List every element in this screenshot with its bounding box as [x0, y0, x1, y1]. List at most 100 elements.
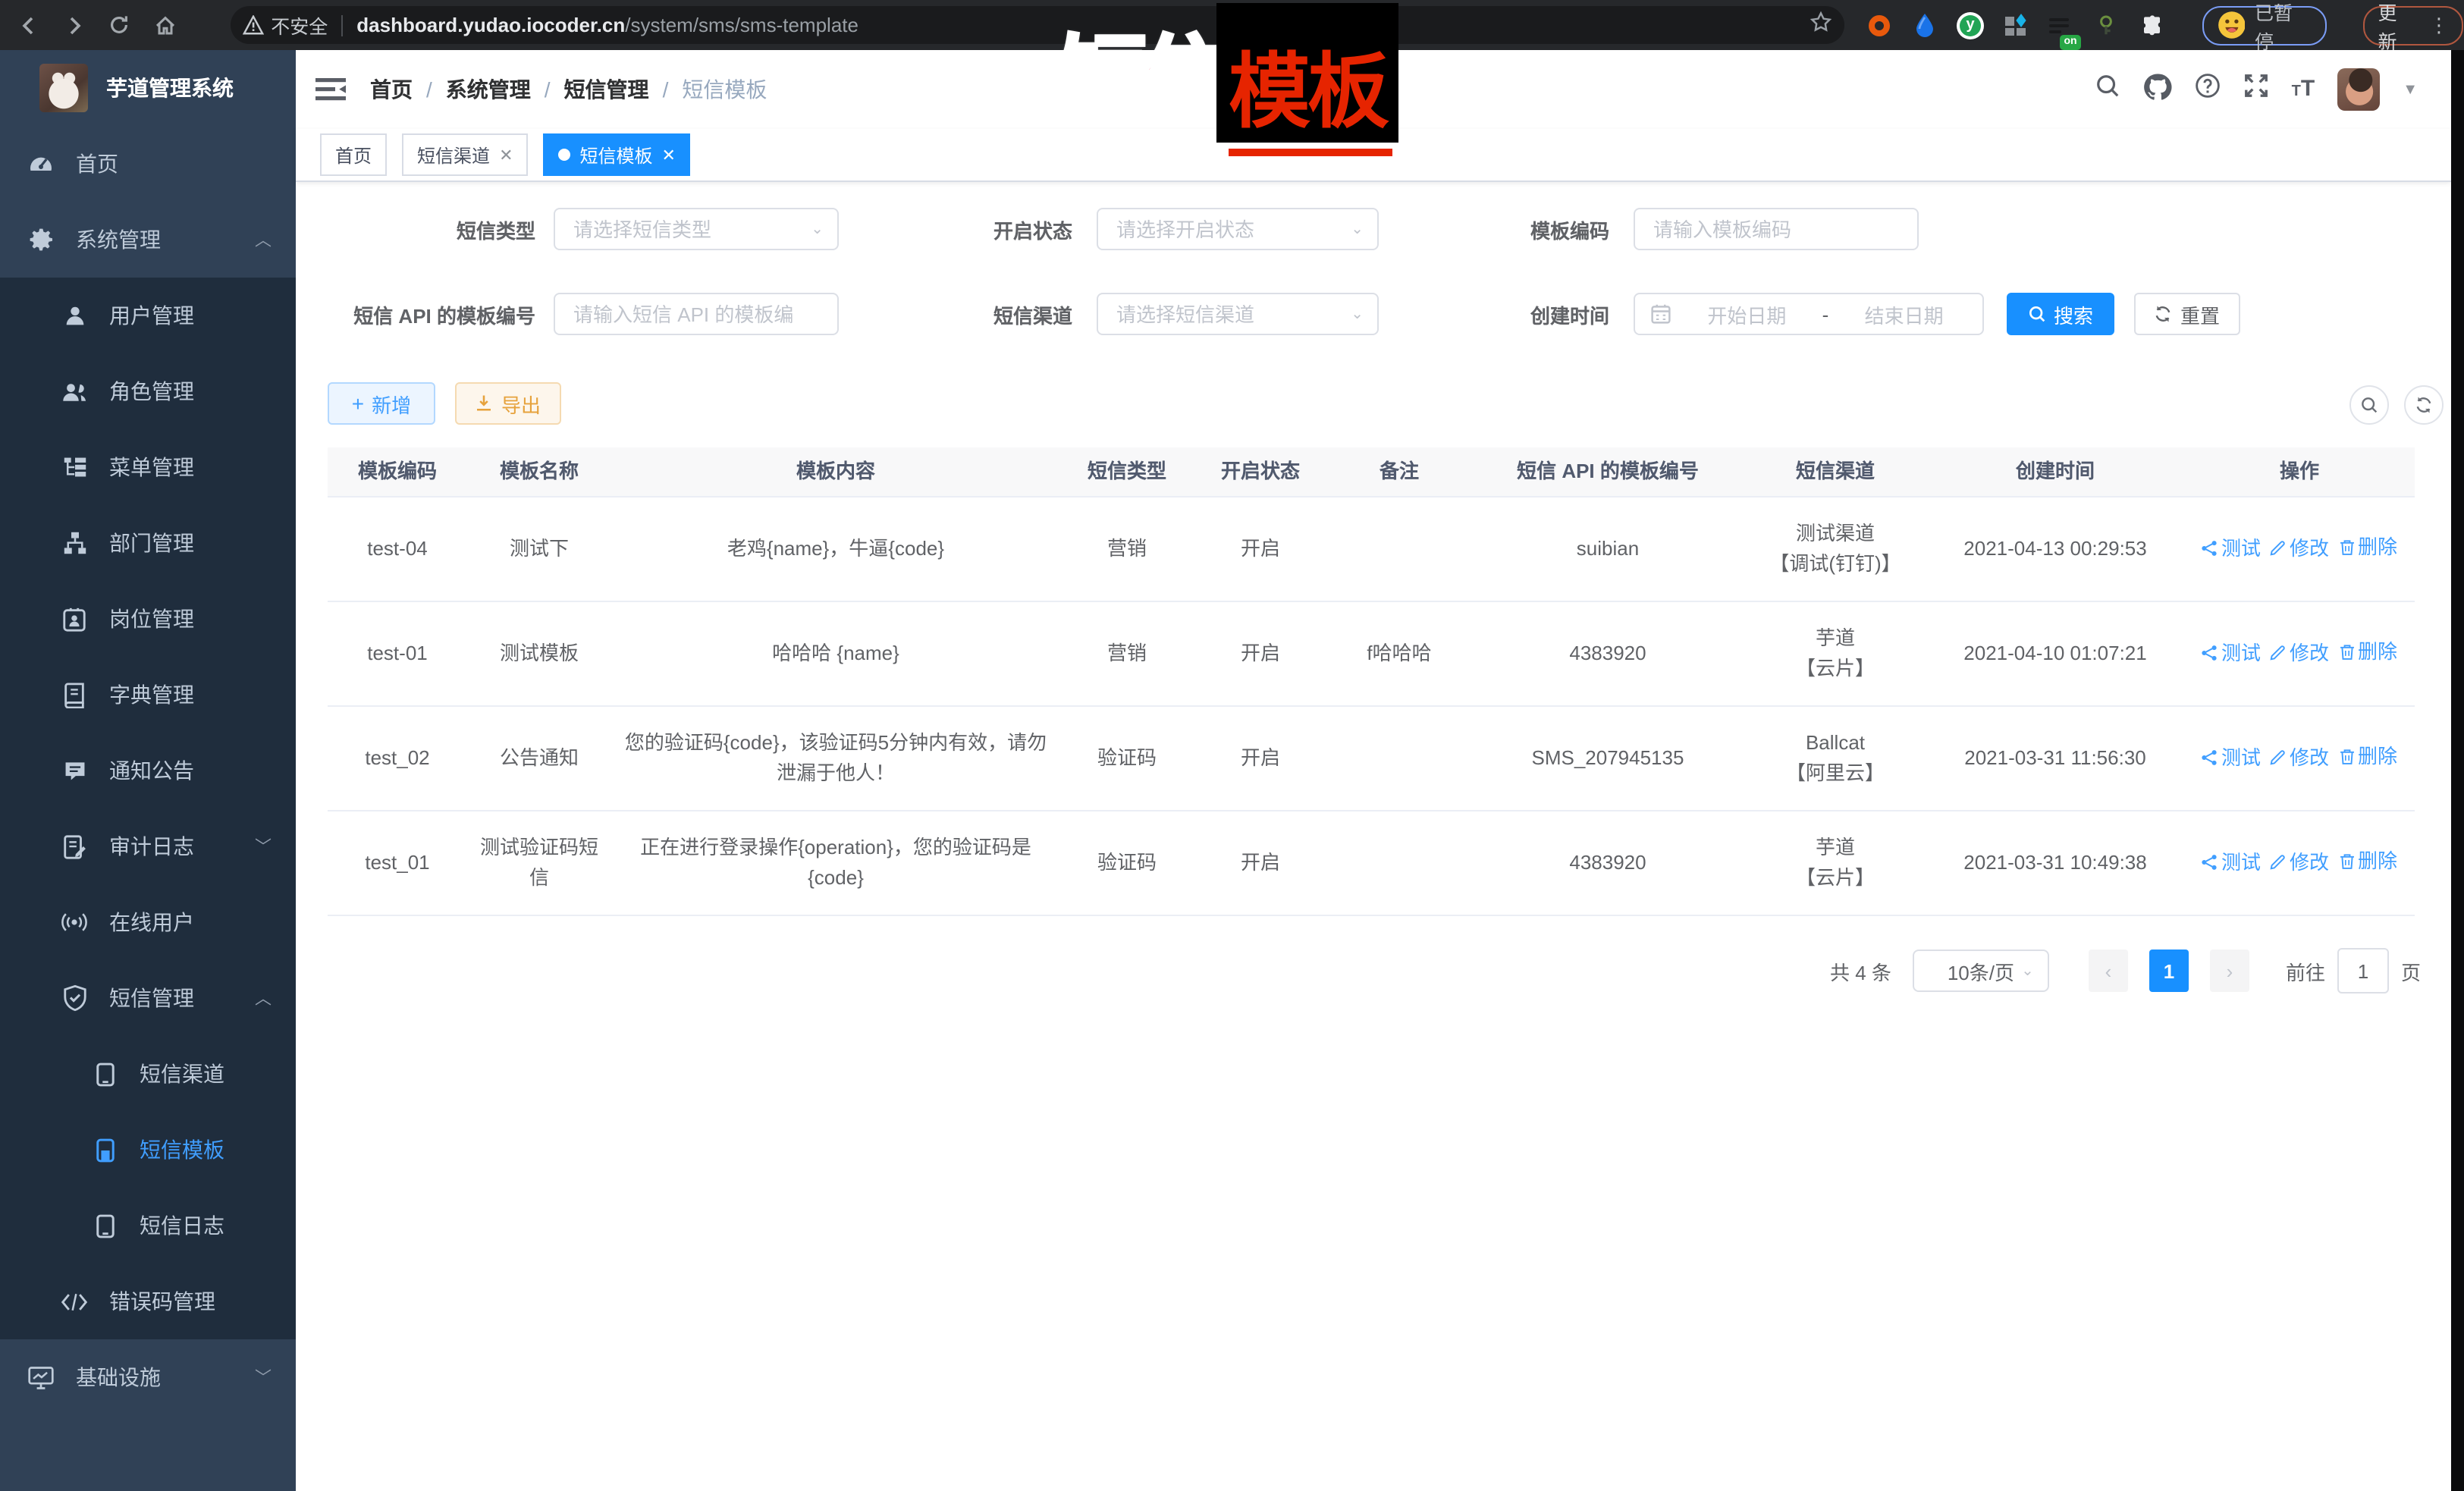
tag-sms-channel[interactable]: 短信渠道✕ — [402, 133, 528, 176]
document-edit-icon — [61, 833, 88, 859]
address-bar[interactable]: 不安全 dashboard.yudao.iocoder.cn/system/sm… — [230, 6, 1844, 44]
test-link[interactable]: 测试 — [2202, 742, 2261, 773]
avatar-caret-icon[interactable]: ▼ — [2403, 81, 2418, 98]
screen: 不安全 dashboard.yudao.iocoder.cn/system/sm… — [0, 0, 2464, 1491]
start-date-placeholder[interactable]: 开始日期 — [1684, 300, 1810, 328]
sidebar-item-sms-log[interactable]: 短信日志 — [0, 1188, 296, 1263]
edit-link[interactable]: 修改 — [2270, 533, 2329, 563]
prev-page-button[interactable]: ‹ — [2089, 950, 2128, 992]
delete-link[interactable]: 删除 — [2338, 532, 2397, 563]
sidebar-item-dept[interactable]: 部门管理 — [0, 505, 296, 581]
template-code-input-wrap[interactable] — [1634, 208, 1919, 250]
delete-link[interactable]: 删除 — [2338, 846, 2397, 877]
github-icon[interactable] — [2143, 72, 2172, 107]
template-code-input[interactable] — [1650, 216, 1902, 242]
breadcrumb-home[interactable]: 首页 — [370, 74, 413, 105]
sidebar-item-sms[interactable]: 短信管理 ︿ — [0, 960, 296, 1036]
export-button[interactable]: 导出 — [455, 382, 561, 425]
sidebar-item-audit[interactable]: 审计日志 ﹀ — [0, 808, 296, 884]
channel-select[interactable]: ⌄ — [1097, 293, 1379, 335]
chevron-down-icon: ﹀ — [255, 834, 272, 859]
browser-home-button[interactable] — [142, 0, 187, 50]
sidebar-toggle-button[interactable] — [309, 68, 352, 111]
sidebar-item-online[interactable]: 在线用户 — [0, 884, 296, 960]
api-template-id-input[interactable] — [570, 301, 822, 327]
test-link[interactable]: 测试 — [2202, 847, 2261, 877]
close-icon[interactable]: ✕ — [662, 145, 676, 165]
status-select-input[interactable] — [1113, 216, 1362, 242]
extension-drop-icon[interactable] — [1911, 11, 1938, 39]
show-search-toggle-button[interactable] — [2349, 385, 2389, 425]
browser-forward-button[interactable] — [52, 0, 97, 50]
breadcrumb-system[interactable]: 系统管理 — [446, 74, 531, 105]
delete-link[interactable]: 删除 — [2338, 742, 2397, 772]
help-icon[interactable] — [2195, 73, 2221, 106]
breadcrumb-sms[interactable]: 短信管理 — [564, 74, 649, 105]
fullscreen-icon[interactable] — [2243, 73, 2269, 106]
bookmark-star-icon[interactable] — [1810, 10, 1833, 40]
filter-label: 短信 API 的模板编号 — [328, 300, 535, 328]
profile-paused-badge[interactable]: 已暂停 — [2202, 5, 2326, 45]
sidebar-item-infra[interactable]: 基础设施 ﹀ — [0, 1339, 296, 1415]
sidebar-item-role[interactable]: 角色管理 — [0, 353, 296, 429]
sidebar: 芋道管理系统 首页 系统管理 ︿ 用户管理 角色管理 菜单管理 — [0, 50, 296, 1491]
sidebar-item-sms-template[interactable]: 短信模板 — [0, 1112, 296, 1188]
cell-created-time: 2021-03-31 10:49:38 — [1926, 839, 2184, 887]
sidebar-item-label: 字典管理 — [109, 680, 194, 710]
sidebar-item-menu[interactable]: 菜单管理 — [0, 429, 296, 505]
user-avatar[interactable] — [2337, 68, 2380, 111]
api-template-id-input-wrap[interactable] — [554, 293, 839, 335]
sidebar-item-home[interactable]: 首页 — [0, 126, 296, 202]
sidebar-item-label: 短信管理 — [109, 983, 194, 1013]
edit-link[interactable]: 修改 — [2270, 847, 2329, 877]
search-button[interactable]: 搜索 — [2007, 293, 2114, 335]
sms-type-select[interactable]: ⌄ — [554, 208, 839, 250]
extension-y-icon[interactable]: y — [1957, 11, 1984, 39]
sidebar-item-notice[interactable]: 通知公告 — [0, 733, 296, 808]
browser-update-button[interactable]: 更新 ⋮ — [2363, 5, 2464, 45]
test-link[interactable]: 测试 — [2202, 638, 2261, 668]
sidebar-item-user[interactable]: 用户管理 — [0, 278, 296, 353]
extension-orange-icon[interactable] — [1866, 11, 1894, 39]
reset-button[interactable]: 重置 — [2134, 293, 2240, 335]
channel-select-input[interactable] — [1113, 301, 1362, 327]
page-size-select[interactable]: 10条/页 ⌄ — [1913, 950, 2049, 992]
next-page-button[interactable]: › — [2210, 950, 2249, 992]
browser-menu-icon[interactable]: ⋮ — [2429, 17, 2449, 33]
goto-page-input[interactable]: 1 — [2337, 948, 2389, 993]
extension-tabs-on-icon[interactable]: on — [2048, 11, 2075, 39]
sidebar-item-sms-channel[interactable]: 短信渠道 — [0, 1036, 296, 1112]
test-link[interactable]: 测试 — [2202, 533, 2261, 563]
sms-type-select-input[interactable] — [570, 216, 822, 242]
add-button[interactable]: + 新增 — [328, 382, 435, 425]
browser-reload-button[interactable] — [97, 0, 143, 50]
main-area: 首页/ 系统管理/ 短信管理/ 短信模板 TT ▼ 首页 短信渠道✕ 短信模板✕ — [296, 50, 2451, 1491]
sidebar-item-dict[interactable]: 字典管理 — [0, 657, 296, 733]
extensions-puzzle-icon[interactable] — [2138, 11, 2165, 39]
extension-grid-icon[interactable] — [2002, 11, 2029, 39]
sidebar-item-label: 岗位管理 — [109, 604, 194, 634]
font-size-icon[interactable]: TT — [2292, 76, 2315, 103]
sidebar-item-label: 在线用户 — [109, 907, 194, 937]
edit-link[interactable]: 修改 — [2270, 638, 2329, 668]
edit-link[interactable]: 修改 — [2270, 742, 2329, 773]
browser-back-button[interactable] — [6, 0, 52, 50]
sidebar-item-errcode[interactable]: 错误码管理 — [0, 1263, 296, 1339]
end-date-placeholder[interactable]: 结束日期 — [1841, 300, 1967, 328]
col-header-api-id: 短信 API 的模板编号 — [1471, 447, 1744, 496]
tag-home[interactable]: 首页 — [320, 133, 387, 176]
page-1-button[interactable]: 1 — [2149, 950, 2189, 992]
sidebar-item-system[interactable]: 系统管理 ︿ — [0, 202, 296, 278]
date-range-picker[interactable]: 开始日期 - 结束日期 — [1634, 293, 1984, 335]
delete-link[interactable]: 删除 — [2338, 637, 2397, 667]
close-icon[interactable]: ✕ — [499, 145, 513, 165]
cell-template-name: 测试下 — [467, 525, 611, 573]
refresh-table-button[interactable] — [2404, 385, 2444, 425]
sidebar-item-post[interactable]: 岗位管理 — [0, 581, 296, 657]
tag-sms-template[interactable]: 短信模板✕ — [544, 133, 691, 176]
header-search-icon[interactable] — [2095, 73, 2120, 106]
browser-chrome: 不安全 dashboard.yudao.iocoder.cn/system/sm… — [0, 0, 2464, 50]
status-select[interactable]: ⌄ — [1097, 208, 1379, 250]
app-logo-row[interactable]: 芋道管理系统 — [0, 50, 296, 126]
extension-key-icon[interactable] — [2093, 11, 2120, 39]
